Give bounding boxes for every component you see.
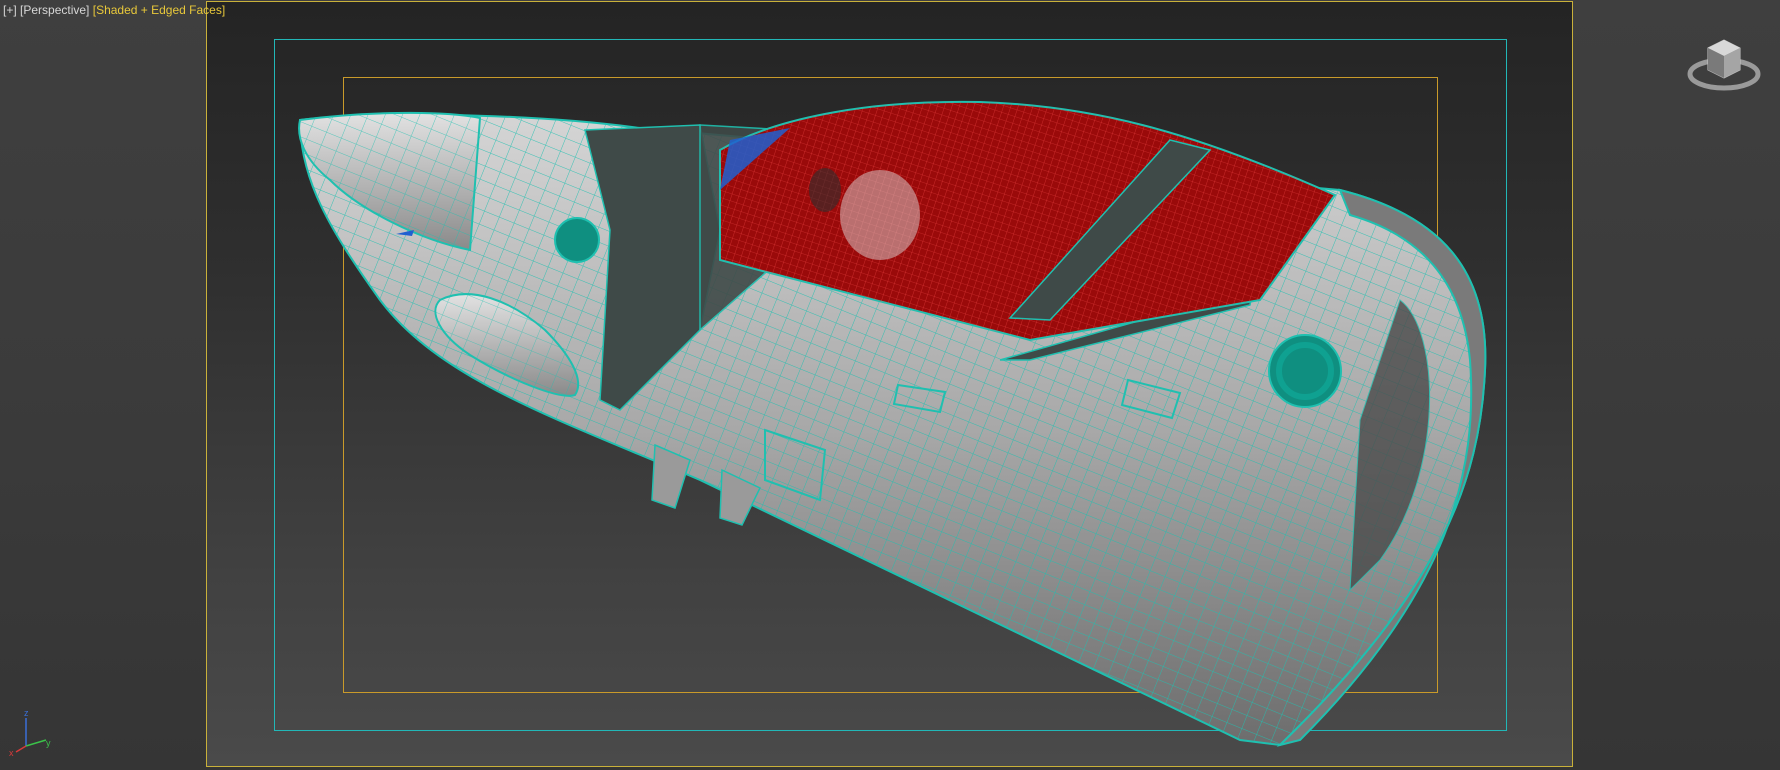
viewport-label: [+] [Perspective] [Shaded + Edged Faces] bbox=[3, 3, 225, 17]
perspective-viewport[interactable]: [+] [Perspective] [Shaded + Edged Faces]… bbox=[0, 0, 1780, 770]
axis-z-label: z bbox=[24, 708, 29, 718]
viewcube-icon[interactable] bbox=[1686, 28, 1762, 96]
axis-tripod-icon: z y x bbox=[9, 708, 51, 756]
port-hole-front bbox=[554, 217, 600, 263]
spacecraft-cockpit-model[interactable] bbox=[0, 0, 1780, 770]
view-type-label[interactable]: [Perspective] bbox=[20, 3, 89, 17]
shading-mode-label[interactable]: [Shaded + Edged Faces] bbox=[93, 3, 225, 17]
axis-x-label: x bbox=[9, 748, 14, 756]
axis-y-label: y bbox=[46, 738, 51, 748]
viewport-menu-button[interactable]: [+] bbox=[3, 3, 17, 17]
